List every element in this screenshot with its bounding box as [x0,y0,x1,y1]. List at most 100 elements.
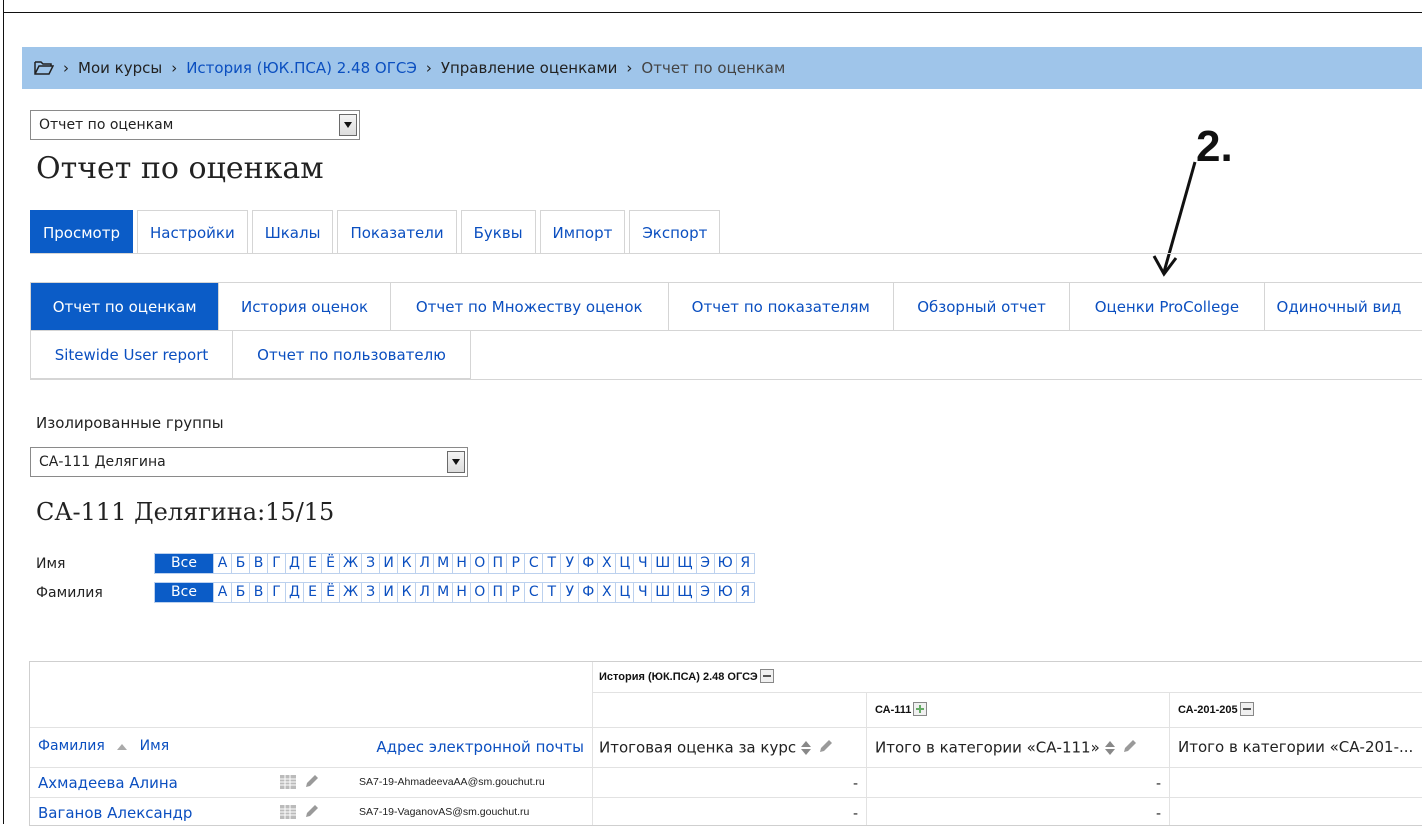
sort-lastname-link[interactable]: Фамилия [38,738,105,754]
initial-letter[interactable]: Д [285,554,303,573]
initial-letter[interactable]: Н [452,554,470,573]
collapse-icon[interactable] [759,669,774,683]
initial-letter[interactable]: В [249,583,267,602]
initial-letter[interactable]: Ю [713,554,736,573]
breadcrumb-course[interactable]: История (ЮК.ПСА) 2.48 ОГСЭ [186,59,417,77]
initial-letter[interactable]: Ц [615,554,633,573]
initial-letter[interactable]: З [361,583,379,602]
initial-letter[interactable]: Ч [633,554,651,573]
initial-letter[interactable]: К [397,554,415,573]
initial-letter[interactable]: Н [452,583,470,602]
report-grid-icon[interactable] [280,775,296,793]
initial-letter[interactable]: Ж [339,583,361,602]
breadcrumb-my-courses[interactable]: Мои курсы [78,59,162,77]
initial-letter[interactable]: Ч [633,583,651,602]
initial-letter[interactable]: З [361,554,379,573]
initial-letter[interactable]: Ё [321,583,339,602]
grade-cell[interactable] [1170,768,1422,798]
sort-firstname-link[interactable]: Имя [140,738,169,754]
student-name-link[interactable]: Ваганов Александр [38,804,192,822]
tab-multigrade-report[interactable]: Отчет по Множеству оценок [389,282,669,331]
pencil-icon[interactable] [1122,738,1138,758]
initial-letter[interactable]: И [379,554,397,573]
initial-letter[interactable]: С [524,554,542,573]
initial-letter[interactable]: М [433,583,452,602]
initial-letter[interactable]: П [488,583,506,602]
tab-letters[interactable]: Буквы [460,210,536,254]
initial-letter[interactable]: О [470,583,488,602]
pencil-icon[interactable] [304,803,320,823]
initial-letter[interactable]: Э [695,554,714,573]
tab-procollege-grades[interactable]: Оценки ProCollege [1069,282,1265,331]
folder-icon[interactable] [34,60,54,76]
initial-all[interactable]: Все [155,554,213,573]
initial-letter[interactable]: М [433,554,452,573]
initial-letter[interactable]: Щ [673,583,695,602]
tab-view[interactable]: Просмотр [30,210,133,254]
initial-letter[interactable]: Е [303,554,321,573]
tab-import[interactable]: Импорт [539,210,626,254]
sort-icon[interactable] [800,740,812,756]
report-grid-icon[interactable] [280,805,296,823]
tab-grade-history[interactable]: История оценок [218,282,391,331]
initial-letter[interactable]: Л [415,583,433,602]
initial-letter[interactable]: П [488,554,506,573]
initial-letter[interactable]: Ф [578,583,597,602]
initial-letter[interactable]: Г [267,583,285,602]
initial-letter[interactable]: Т [542,554,560,573]
tab-single-view[interactable]: Одиночный вид [1263,282,1422,331]
initial-letter[interactable]: Ш [651,554,673,573]
initial-letter[interactable]: О [470,554,488,573]
collapse-icon[interactable] [1239,702,1254,716]
tab-user-report[interactable]: Отчет по пользователю [232,330,471,379]
sort-ascending-icon[interactable] [117,738,128,754]
initial-letter[interactable]: Щ [673,554,695,573]
initial-letter[interactable]: Я [735,554,754,573]
initial-letter[interactable]: К [397,583,415,602]
grade-cell[interactable]: - [867,768,1170,798]
pencil-icon[interactable] [818,738,834,758]
grade-cell[interactable]: - [867,798,1170,825]
initial-all[interactable]: Все [155,583,213,602]
initial-letter[interactable]: У [560,583,578,602]
initial-letter[interactable]: Ё [321,554,339,573]
group-select[interactable]: СА-111 Делягина [30,447,468,477]
sort-icon[interactable] [1104,740,1116,756]
grade-cell[interactable]: - [593,768,867,798]
initial-letter[interactable]: Ц [615,583,633,602]
initial-letter[interactable]: Х [597,583,615,602]
initial-letter[interactable]: Л [415,554,433,573]
initial-letter[interactable]: Б [231,554,249,573]
tab-export[interactable]: Экспорт [629,210,721,254]
initial-letter[interactable]: А [213,554,231,573]
initial-letter[interactable]: Я [735,583,754,602]
initial-letter[interactable]: В [249,554,267,573]
pencil-icon[interactable] [304,773,320,793]
initial-letter[interactable]: А [213,583,231,602]
initial-letter[interactable]: У [560,554,578,573]
sort-email-link[interactable]: Адрес электронной почты [376,738,584,756]
grade-cell[interactable] [1170,798,1422,825]
initial-letter[interactable]: Р [506,583,524,602]
student-name-link[interactable]: Ахмадеева Алина [38,774,178,792]
initial-letter[interactable]: Б [231,583,249,602]
tab-overview-report[interactable]: Обзорный отчет [892,282,1071,331]
tab-scales[interactable]: Шкалы [251,210,334,254]
initial-letter[interactable]: Д [285,583,303,602]
breadcrumb-grade-admin[interactable]: Управление оценками [441,59,618,77]
initial-letter[interactable]: Р [506,554,524,573]
tab-settings[interactable]: Настройки [136,210,248,254]
initial-letter[interactable]: Ж [339,554,361,573]
report-select[interactable]: Отчет по оценкам [30,110,360,140]
initial-letter[interactable]: Е [303,583,321,602]
initial-letter[interactable]: Г [267,554,285,573]
tab-outcomes[interactable]: Показатели [337,210,457,254]
tab-grader-report[interactable]: Отчет по оценкам [30,282,220,331]
initial-letter[interactable]: С [524,583,542,602]
initial-letter[interactable]: Э [695,583,714,602]
initial-letter[interactable]: Ю [713,583,736,602]
tab-sitewide-user-report[interactable]: Sitewide User report [30,330,233,379]
tab-outcomes-report[interactable]: Отчет по показателям [667,282,894,331]
initial-letter[interactable]: И [379,583,397,602]
initial-letter[interactable]: Ш [651,583,673,602]
